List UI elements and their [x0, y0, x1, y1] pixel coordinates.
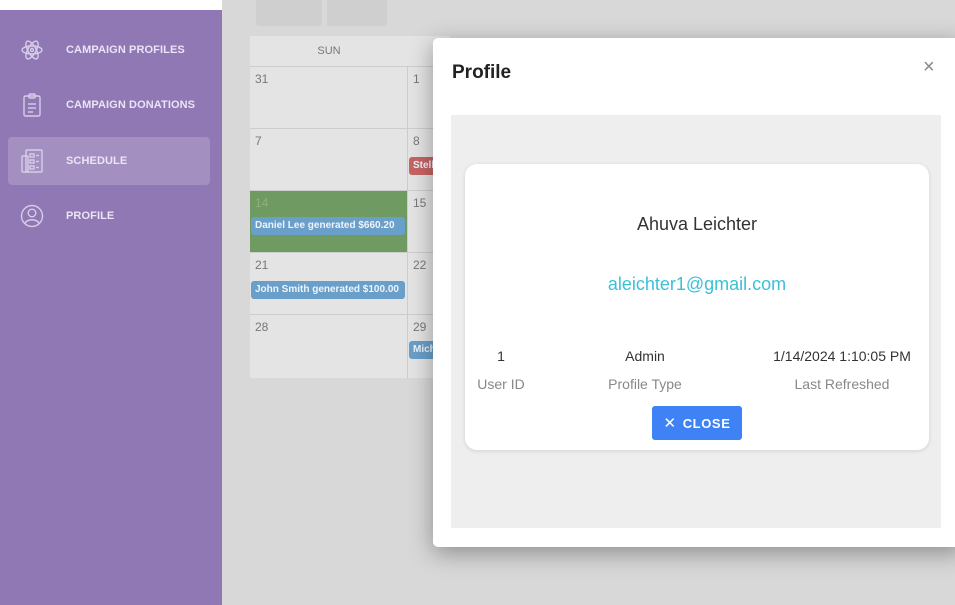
- modal-title: Profile: [452, 62, 512, 83]
- calendar-day-number: 7: [255, 134, 262, 148]
- profile-name: Ahuva Leichter: [636, 214, 758, 234]
- sidebar-item-campaign-profiles[interactable]: CAMPAIGN PROFILES: [8, 26, 210, 74]
- user-id-value: 1: [497, 348, 505, 364]
- profile-type-field: Admin Profile Type: [595, 348, 695, 392]
- calendar-day-cell[interactable]: 31: [250, 66, 408, 128]
- sidebar-item-label: CAMPAIGN PROFILES: [66, 44, 185, 56]
- atom-icon: [20, 37, 44, 63]
- calendar-day-number: 1: [413, 72, 420, 86]
- user-id-label: User ID: [477, 376, 525, 392]
- calendar-day-number: 31: [255, 72, 269, 86]
- last-refreshed-value: 1/14/2024 1:10:05 PM: [773, 348, 911, 364]
- clipboard-icon: [20, 92, 44, 118]
- calendar-day-cell-today[interactable]: 14 Daniel Lee generated $660.20: [250, 190, 408, 252]
- calendar-day-number: 14: [255, 196, 269, 210]
- schedule-icon: [20, 148, 44, 174]
- sidebar-item-label: CAMPAIGN DONATIONS: [66, 99, 196, 111]
- calendar-day-number: 8: [413, 134, 420, 148]
- calendar-day-number: 29: [413, 320, 427, 334]
- user-icon: [20, 203, 44, 229]
- close-button[interactable]: ✕ CLOSE: [652, 406, 742, 440]
- calendar-event[interactable]: Daniel Lee generated $660.20: [251, 217, 405, 235]
- profile-type-value: Admin: [625, 348, 665, 364]
- calendar-day-header: SUN: [317, 45, 341, 57]
- sidebar-item-campaign-donations[interactable]: CAMPAIGN DONATIONS: [8, 81, 210, 129]
- profile-modal: Profile × Ahuva Leichter aleichter1@gmai…: [433, 38, 955, 547]
- modal-body: Ahuva Leichter aleichter1@gmail.com 1 Us…: [451, 115, 941, 528]
- sidebar-item-label: SCHEDULE: [66, 155, 128, 167]
- close-icon: ✕: [663, 415, 677, 432]
- calendar-day-cell[interactable]: 7: [250, 128, 408, 190]
- profile-type-label: Profile Type: [608, 376, 682, 392]
- close-button-label: CLOSE: [682, 415, 731, 431]
- last-refreshed-label: Last Refreshed: [794, 376, 890, 392]
- calendar-day-number: 28: [255, 320, 269, 334]
- calendar-day-number: 22: [413, 258, 427, 272]
- calendar-nav-button[interactable]: [256, 0, 322, 26]
- close-icon[interactable]: ×: [923, 56, 935, 78]
- last-refreshed-field: 1/14/2024 1:10:05 PM Last Refreshed: [757, 348, 927, 392]
- profile-email: aleichter1@gmail.com: [607, 274, 787, 294]
- sidebar-item-schedule[interactable]: SCHEDULE: [8, 137, 210, 185]
- profile-card: Ahuva Leichter aleichter1@gmail.com 1 Us…: [465, 164, 929, 450]
- calendar-day-cell[interactable]: 28: [250, 314, 408, 378]
- calendar-day-cell[interactable]: 21 John Smith generated $100.00: [250, 252, 408, 314]
- sidebar-item-label: PROFILE: [66, 210, 115, 222]
- calendar-day-number: 21: [255, 258, 269, 272]
- calendar-day-number: 15: [413, 196, 427, 210]
- user-id-field: 1 User ID: [471, 348, 531, 392]
- calendar-grid: SUN 31 1 7 8 Stell 14 Daniel Lee generat…: [250, 36, 450, 378]
- sidebar: CAMPAIGN PROFILES CAMPAIGN DONATIONS SCH…: [0, 10, 222, 605]
- calendar-nav-button[interactable]: [327, 0, 387, 26]
- sidebar-item-profile[interactable]: PROFILE: [8, 192, 210, 240]
- calendar-event[interactable]: John Smith generated $100.00: [251, 281, 405, 299]
